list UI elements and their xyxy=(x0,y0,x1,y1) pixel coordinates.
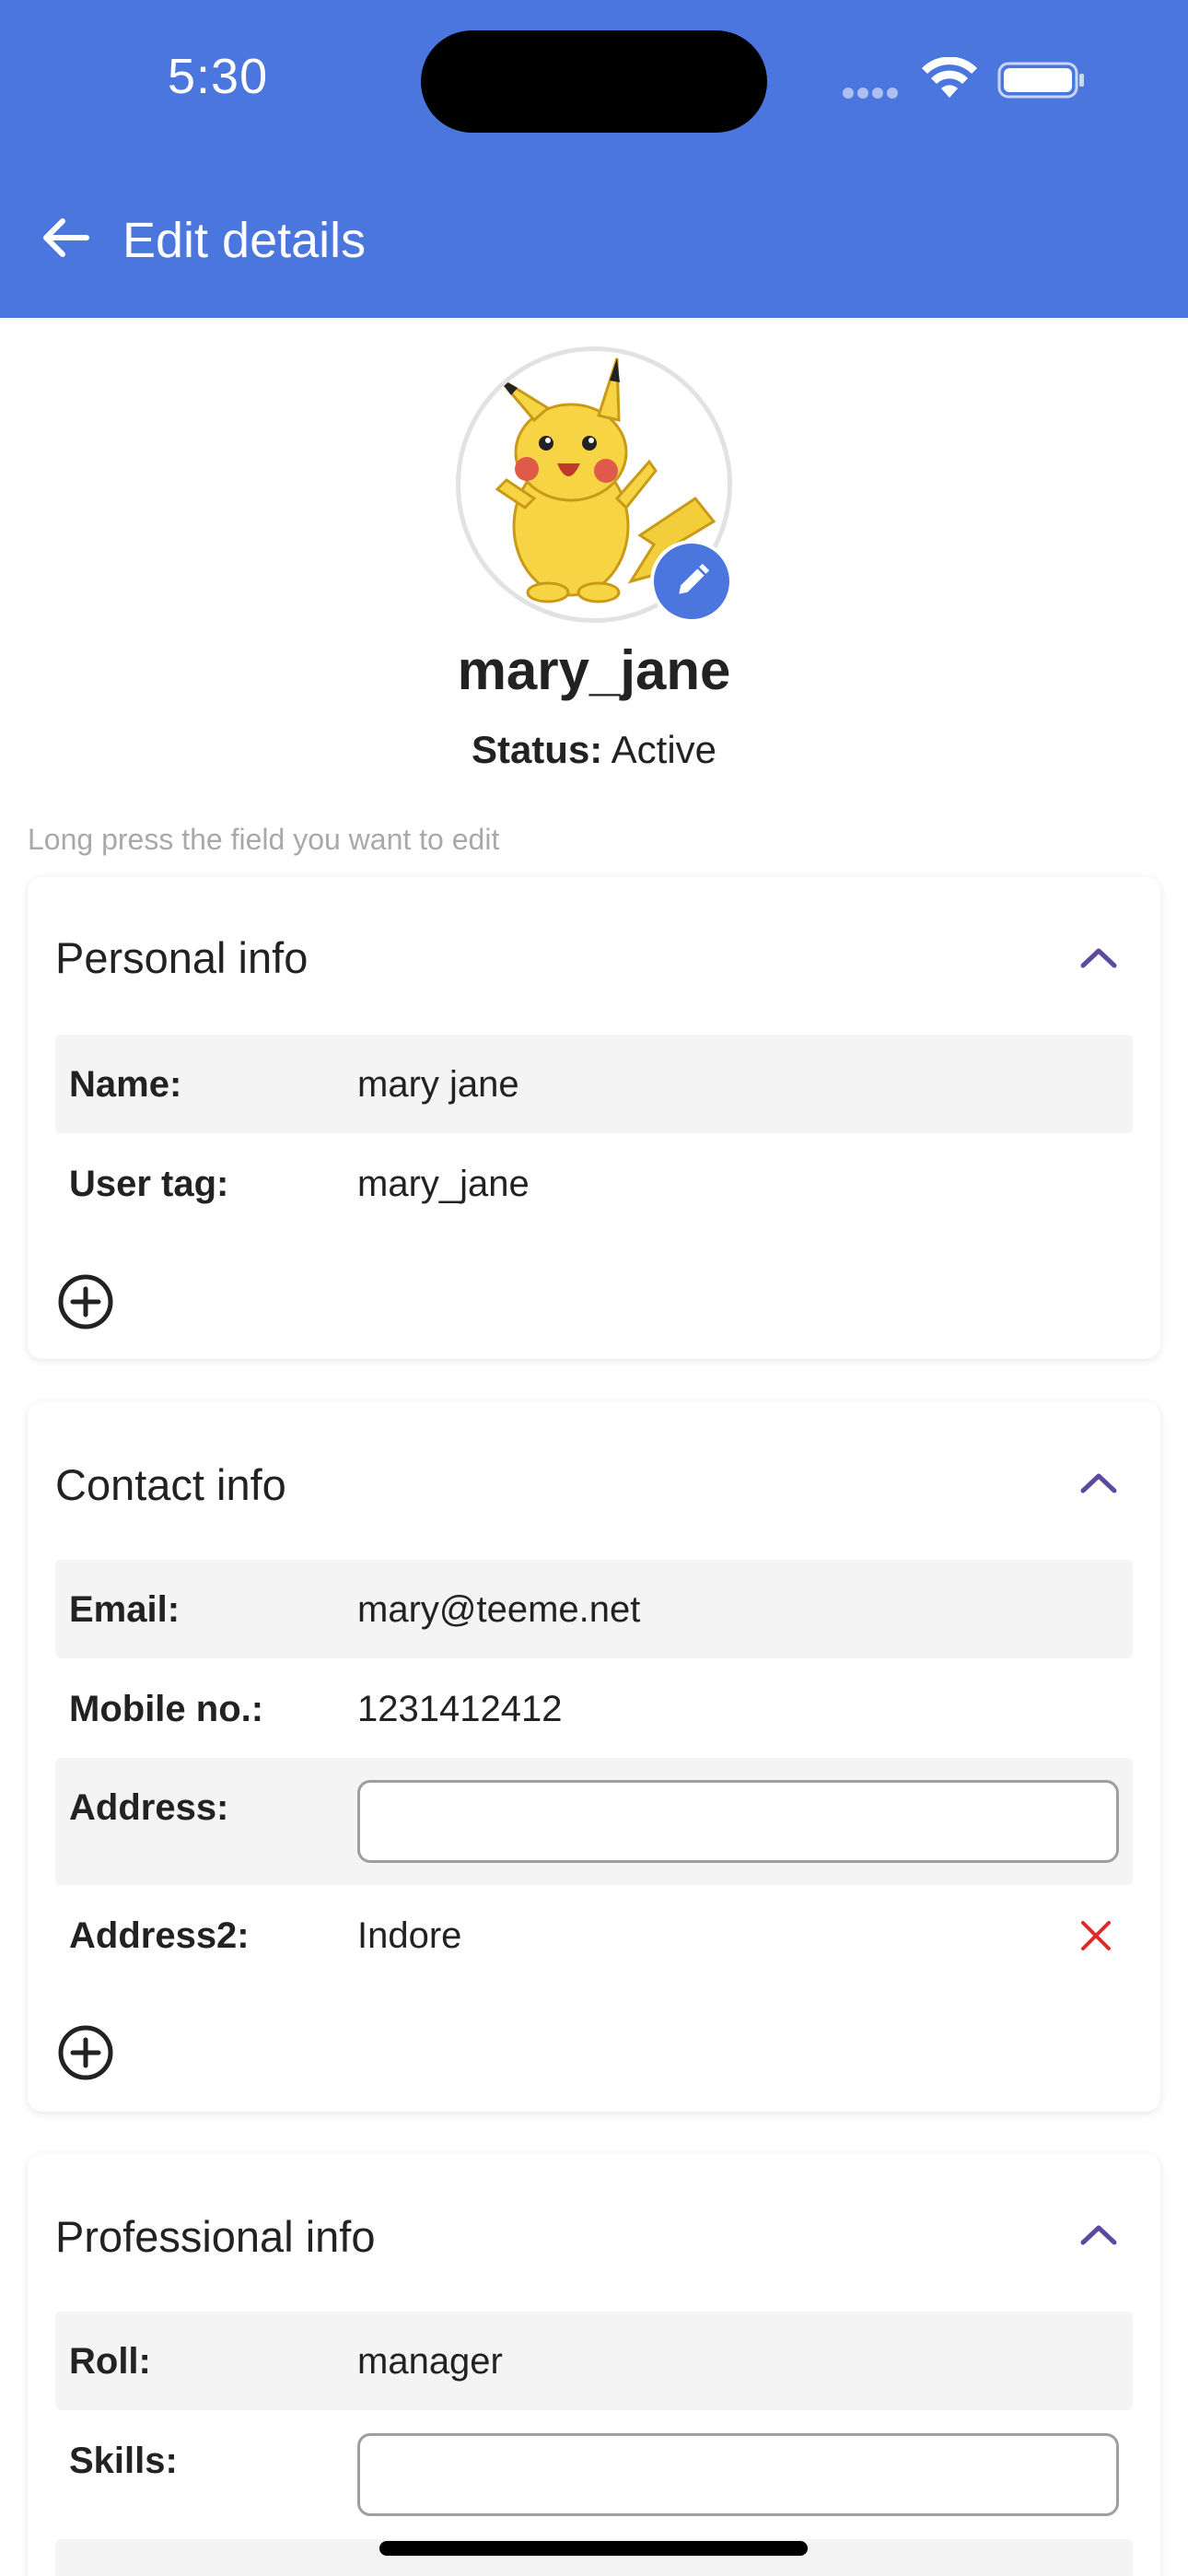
field-value: Indore xyxy=(357,1915,462,1956)
field-row-address2[interactable]: Address2: Indore xyxy=(55,1886,1133,1985)
field-row-name[interactable]: Name: mary jane xyxy=(55,1035,1133,1133)
profile-status: Status: Active xyxy=(0,728,1188,772)
field-value: mary_jane xyxy=(357,1164,530,1204)
battery-icon xyxy=(997,62,1084,99)
page-title: Edit details xyxy=(122,213,367,268)
chevron-up-icon[interactable] xyxy=(1077,2220,1120,2248)
field-row-email[interactable]: Email: mary@teeme.net xyxy=(55,1560,1133,1658)
field-label: User tag: xyxy=(69,1164,229,1204)
skills-input[interactable] xyxy=(357,2433,1119,2516)
profile-username: mary_jane xyxy=(457,639,731,701)
field-label: Skills: xyxy=(69,2441,178,2481)
chevron-up-icon[interactable] xyxy=(1077,943,1120,971)
professional-info-card: Professional info Roll: manager Skills: xyxy=(28,2154,1160,2576)
field-row-skills: Skills: xyxy=(55,2411,1133,2538)
dynamic-island xyxy=(421,30,767,133)
plus-circle-icon[interactable] xyxy=(57,2024,114,2081)
field-row-address: Address: xyxy=(55,1758,1133,1885)
home-indicator xyxy=(379,2541,808,2556)
cellular-signal-icon xyxy=(843,87,905,100)
field-label: Address: xyxy=(69,1787,229,1828)
plus-circle-icon[interactable] xyxy=(57,1273,114,1330)
chevron-up-icon[interactable] xyxy=(1077,1469,1120,1496)
contact-info-card: Contact info Email: mary@teeme.net Mobil… xyxy=(28,1402,1160,2112)
contact-info-title: Contact info xyxy=(55,1460,286,1509)
personal-info-title: Personal info xyxy=(55,933,309,982)
address-input[interactable] xyxy=(357,1780,1119,1863)
status-value: Active xyxy=(611,728,717,771)
field-label: Email: xyxy=(69,1589,181,1630)
field-label: Name: xyxy=(69,1064,182,1105)
status-time: 5:30 xyxy=(168,49,269,104)
field-label: Mobile no.: xyxy=(69,1689,264,1729)
edit-avatar-button[interactable] xyxy=(650,540,733,623)
close-icon[interactable] xyxy=(1079,1919,1112,1952)
edit-hint: Long press the field you want to edit xyxy=(28,823,500,856)
field-value: mary jane xyxy=(357,1064,519,1105)
professional-info-title: Professional info xyxy=(55,2212,376,2261)
app-header: 5:30 Edit details xyxy=(0,0,1188,318)
field-label: Roll: xyxy=(69,2341,151,2382)
field-value: 1231412412 xyxy=(357,1689,563,1729)
field-row-mobile[interactable]: Mobile no.: 1231412412 xyxy=(55,1659,1133,1758)
field-label: Address2: xyxy=(69,1915,250,1956)
wifi-icon xyxy=(922,57,977,98)
field-value: manager xyxy=(357,2341,503,2382)
field-row-roll[interactable]: Roll: manager xyxy=(55,2312,1133,2410)
personal-info-card: Personal info Name: mary jane User tag: … xyxy=(28,877,1160,1359)
field-value: mary@teeme.net xyxy=(357,1589,641,1630)
status-label: Status: xyxy=(471,728,603,771)
field-row-user-tag[interactable]: User tag: mary_jane xyxy=(55,1134,1133,1233)
arrow-left-icon[interactable] xyxy=(33,205,99,271)
